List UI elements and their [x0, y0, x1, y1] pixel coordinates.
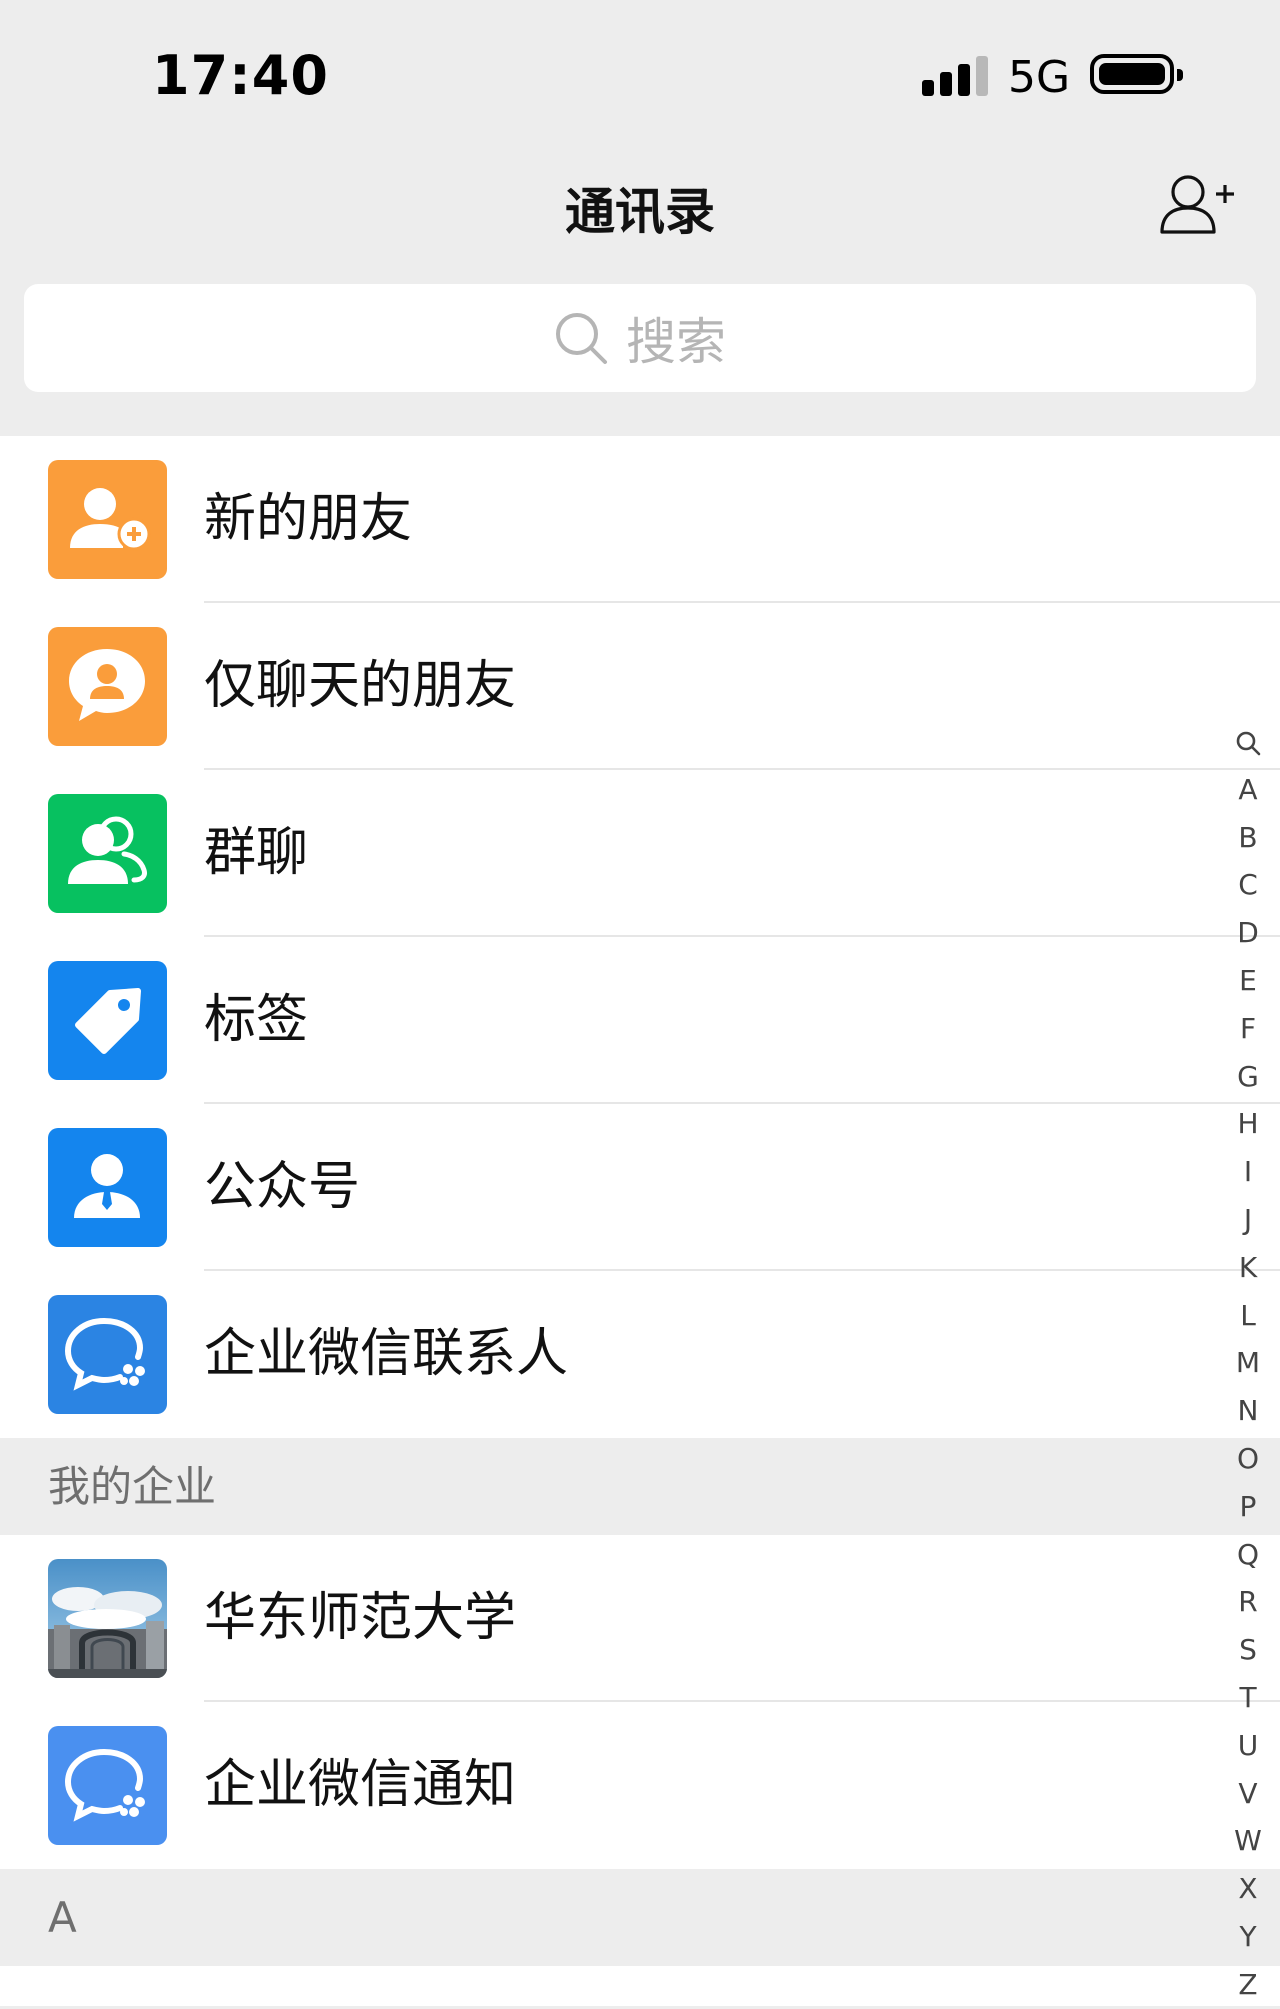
alphabet-index[interactable]: ABCDEFGHIJKLMNOPQRSTUVWXYZ	[1228, 718, 1268, 2009]
wecom-contact-icon	[48, 1295, 167, 1414]
index-letter-h[interactable]: H	[1228, 1100, 1268, 1148]
group-chat-icon	[48, 794, 167, 913]
list-item-label: 公众号	[204, 1157, 361, 1217]
list-item-group-chats[interactable]: 群聊	[0, 770, 1280, 937]
list-item-wecom-contacts[interactable]: 企业微信联系人	[0, 1271, 1280, 1438]
index-letter-g[interactable]: G	[1228, 1053, 1268, 1101]
tag-icon	[48, 961, 167, 1080]
index-letter-s[interactable]: S	[1228, 1626, 1268, 1674]
index-letter-e[interactable]: E	[1228, 957, 1268, 1005]
index-letter-a[interactable]: A	[1228, 766, 1268, 814]
list-item-label: 企业微信通知	[204, 1755, 517, 1815]
section-header-a: A	[0, 1869, 1280, 1966]
index-letter-m[interactable]: M	[1228, 1339, 1268, 1387]
index-search-icon[interactable]	[1228, 718, 1268, 766]
list-item-tags[interactable]: 标签	[0, 937, 1280, 1104]
page-title: 通讯录	[565, 183, 715, 241]
index-letter-w[interactable]: W	[1228, 1817, 1268, 1865]
chat-only-friend-icon	[48, 627, 167, 746]
index-letter-b[interactable]: B	[1228, 814, 1268, 862]
wecom-notification-icon	[48, 1726, 167, 1845]
list-item-label: 新的朋友	[204, 489, 413, 549]
list-item-label: 华东师范大学	[204, 1588, 517, 1648]
official-account-icon	[48, 1128, 167, 1247]
index-letter-c[interactable]: C	[1228, 861, 1268, 909]
index-letter-t[interactable]: T	[1228, 1674, 1268, 1722]
search-bar[interactable]: 搜索	[24, 284, 1256, 392]
new-friend-icon	[48, 460, 167, 579]
list-item-label: 群聊	[204, 823, 309, 883]
list-item-label: 企业微信联系人	[204, 1324, 569, 1384]
index-letter-y[interactable]: Y	[1228, 1913, 1268, 1961]
index-letter-z[interactable]: Z	[1228, 1961, 1268, 2009]
status-bar: 17:40 5G	[0, 0, 1280, 150]
section-header-my-enterprise: 我的企业	[0, 1438, 1280, 1535]
index-letter-v[interactable]: V	[1228, 1770, 1268, 1818]
index-letter-d[interactable]: D	[1228, 909, 1268, 957]
list-item-wecom-notifications[interactable]: 企业微信通知	[0, 1702, 1280, 1869]
index-letter-j[interactable]: J	[1228, 1196, 1268, 1244]
section-header-label: 我的企业	[48, 1462, 217, 1511]
index-letter-r[interactable]: R	[1228, 1578, 1268, 1626]
index-letter-o[interactable]: O	[1228, 1435, 1268, 1483]
battery-icon	[1090, 54, 1183, 94]
index-letter-q[interactable]: Q	[1228, 1531, 1268, 1579]
list-item-new-friends[interactable]: 新的朋友	[0, 436, 1280, 603]
index-letter-k[interactable]: K	[1228, 1244, 1268, 1292]
search-placeholder: 搜索	[626, 313, 726, 371]
index-letter-i[interactable]: I	[1228, 1148, 1268, 1196]
cellular-signal-icon	[922, 56, 988, 96]
index-letter-p[interactable]: P	[1228, 1483, 1268, 1531]
status-time: 17:40	[152, 44, 329, 107]
list-item-partial[interactable]	[0, 1966, 1280, 2006]
list-item-label: 仅聊天的朋友	[204, 656, 517, 716]
index-letter-u[interactable]: U	[1228, 1722, 1268, 1770]
list-item-label: 标签	[204, 990, 309, 1050]
list-item-official-accounts[interactable]: 公众号	[0, 1104, 1280, 1271]
section-header-label: A	[48, 1893, 77, 1942]
add-contact-button[interactable]	[1158, 172, 1234, 236]
add-contact-icon	[1160, 175, 1234, 234]
search-icon	[556, 313, 607, 364]
index-letter-x[interactable]: X	[1228, 1865, 1268, 1913]
university-photo-icon	[48, 1559, 167, 1678]
index-letter-f[interactable]: F	[1228, 1005, 1268, 1053]
index-letter-n[interactable]: N	[1228, 1387, 1268, 1435]
list-item-chat-only-friends[interactable]: 仅聊天的朋友	[0, 603, 1280, 770]
list-item-ecnu[interactable]: 华东师范大学	[0, 1535, 1280, 1702]
index-letter-l[interactable]: L	[1228, 1292, 1268, 1340]
network-type: 5G	[1008, 52, 1071, 103]
contact-list: 新的朋友 仅聊天的朋友 群聊 标签 公众号 企业微信联系人 我的企业 华东师范大…	[0, 436, 1280, 2006]
